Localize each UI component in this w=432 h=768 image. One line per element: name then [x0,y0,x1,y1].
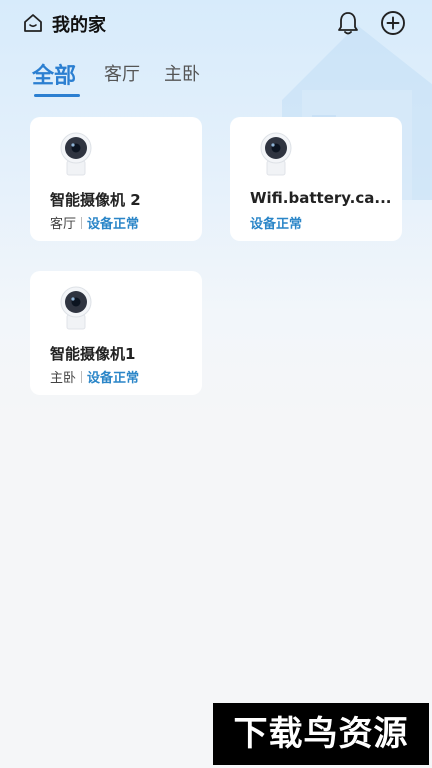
device-status: 设备正常 [87,217,140,232]
bell-icon[interactable] [336,10,360,36]
active-tab-indicator [34,94,80,97]
device-card[interactable]: 智能摄像机 2 客厅 设备正常 [30,117,202,241]
device-meta: 设备正常 [250,213,302,232]
device-card[interactable]: Wifi.battery.ca... 设备正常 [230,117,402,241]
camera-icon [60,286,92,330]
device-room: 主卧 [50,371,77,386]
meta-divider [81,371,83,383]
device-status: 设备正常 [87,371,140,386]
watermark-logo: 下载鸟资源 [213,703,429,765]
tab-living-room[interactable]: 客厅 [104,60,140,86]
tab-master-bedroom[interactable]: 主卧 [164,60,200,86]
meta-divider [81,217,83,229]
device-name: 智能摄像机 2 [50,191,141,209]
home-icon[interactable] [22,12,44,34]
top-bar: 我的家 [0,0,432,48]
device-room: 客厅 [50,217,77,232]
tab-all[interactable]: 全部 [32,58,76,90]
device-name: 智能摄像机1 [50,345,136,363]
camera-icon [60,132,92,176]
add-device-icon[interactable] [380,10,406,36]
device-name: Wifi.battery.ca... [250,189,390,207]
device-meta: 客厅 设备正常 [50,213,139,232]
device-card[interactable]: 智能摄像机1 主卧 设备正常 [30,271,202,395]
home-title[interactable]: 我的家 [52,11,106,37]
device-meta: 主卧 设备正常 [50,367,139,386]
device-status: 设备正常 [250,217,303,232]
camera-icon [260,132,292,176]
